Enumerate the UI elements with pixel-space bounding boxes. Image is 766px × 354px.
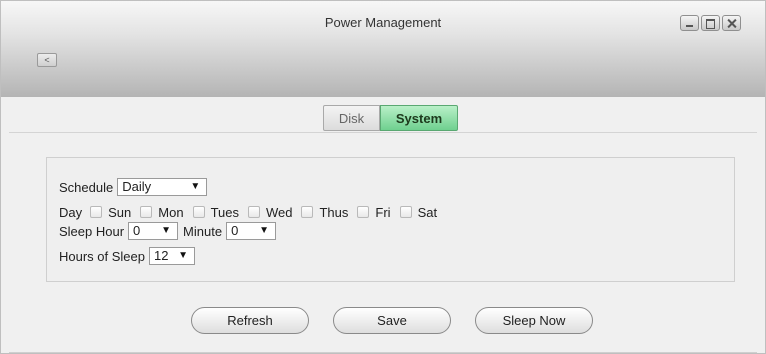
close-icon[interactable]	[722, 15, 741, 31]
power-management-window: Power Management < Disk System Schedule …	[0, 0, 766, 354]
hours-of-sleep-select[interactable]: 12 ▼	[149, 247, 195, 265]
minute-value: 0	[231, 223, 239, 238]
sleep-hour-select[interactable]: 0 ▼	[128, 222, 179, 240]
window-title: Power Management	[324, 15, 442, 30]
schedule-select[interactable]: Daily ▼	[117, 178, 208, 196]
checkbox-fri[interactable]	[357, 206, 370, 218]
minute-select[interactable]: 0 ▼	[226, 222, 277, 240]
checkbox-mon[interactable]	[140, 206, 153, 218]
dropdown-arrow-icon: ▼	[161, 225, 172, 236]
day-label-thus: Thus	[319, 204, 349, 220]
checkbox-tues[interactable]	[192, 206, 205, 218]
day-label-wed: Wed	[265, 204, 293, 220]
tab-system[interactable]: System	[380, 105, 458, 131]
content-divider	[9, 132, 757, 133]
dropdown-arrow-icon: ▼	[178, 250, 188, 261]
dropdown-arrow-icon: ▼	[190, 181, 201, 192]
refresh-button[interactable]: Refresh	[191, 307, 309, 334]
hours-of-sleep-label: Hours of Sleep	[59, 248, 145, 264]
sleep-hour-value: 0	[133, 223, 141, 238]
sleep-time-row: Sleep Hour 0 ▼ Minute 0 ▼	[59, 222, 277, 240]
checkbox-sun[interactable]	[90, 206, 103, 218]
maximize-icon[interactable]	[701, 15, 720, 31]
minute-label: Minute	[183, 223, 223, 239]
day-label-sat: Sat	[417, 204, 438, 220]
tab-disk[interactable]: Disk	[323, 105, 380, 131]
checkbox-wed[interactable]	[247, 206, 260, 218]
schedule-value: Daily	[122, 179, 152, 194]
day-label-mon: Mon	[158, 204, 184, 220]
tab-bar: Disk System	[323, 105, 458, 131]
schedule-label: Schedule	[59, 179, 114, 195]
checkbox-thus[interactable]	[301, 206, 314, 218]
dropdown-arrow-icon: ▼	[259, 225, 270, 236]
title-bar: Power Management <	[1, 1, 765, 97]
window-controls	[680, 15, 741, 31]
day-label: Day	[59, 204, 83, 220]
sleep-hour-label: Sleep Hour	[59, 223, 125, 239]
minimize-icon[interactable]	[680, 15, 699, 31]
day-row: Day Sun Mon Tues Wed Thus Fri Sat	[59, 203, 437, 221]
day-label-fri: Fri	[375, 204, 391, 220]
checkbox-sat[interactable]	[399, 206, 412, 218]
day-label-sun: Sun	[108, 204, 132, 220]
hours-of-sleep-value: 12	[154, 248, 169, 263]
bottom-divider	[9, 352, 757, 353]
sleep-now-button[interactable]: Sleep Now	[475, 307, 593, 334]
schedule-panel: Schedule Daily ▼ Day Sun Mon Tues Wed Th…	[46, 157, 735, 282]
hours-of-sleep-row: Hours of Sleep 12 ▼	[59, 247, 195, 265]
schedule-row: Schedule Daily ▼	[59, 178, 208, 196]
back-button[interactable]: <	[37, 53, 57, 67]
save-button[interactable]: Save	[333, 307, 451, 334]
action-buttons: Refresh Save Sleep Now	[191, 307, 593, 334]
day-label-tues: Tues	[210, 204, 239, 220]
